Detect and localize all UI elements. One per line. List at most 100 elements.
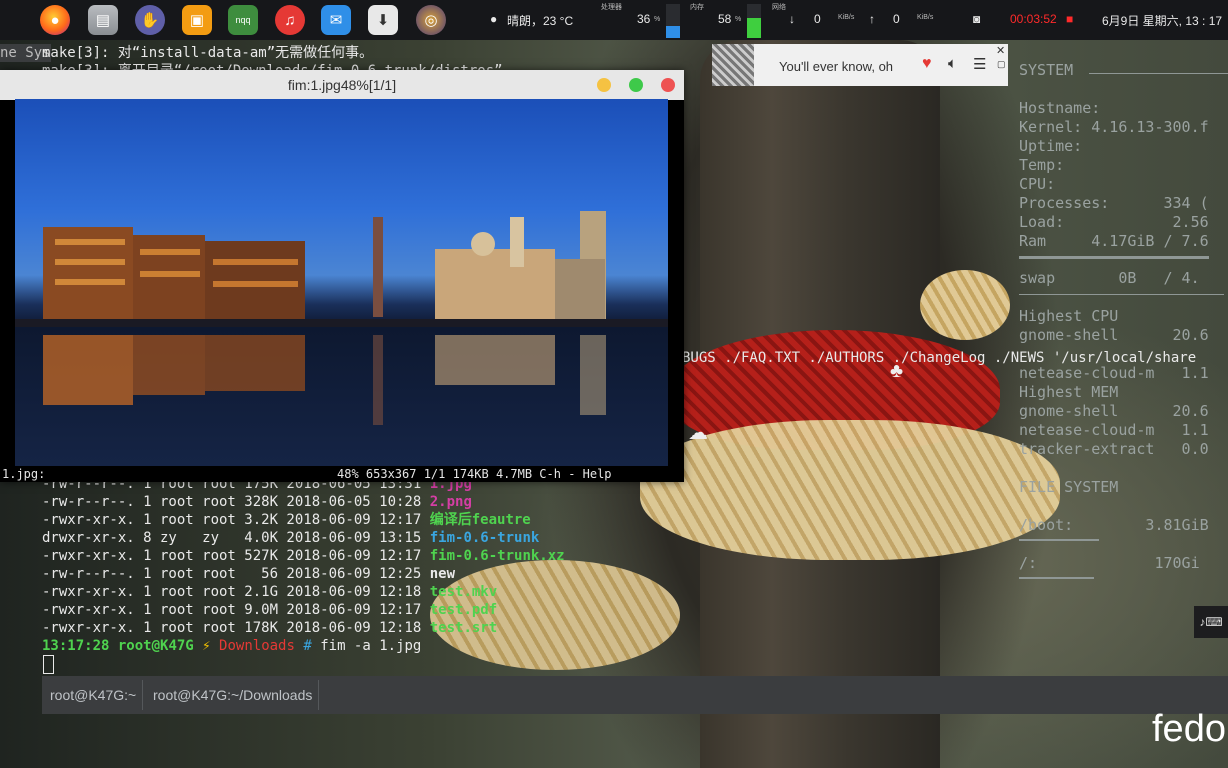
restore-icon[interactable]: ▢	[997, 59, 1006, 70]
firefox-icon[interactable]: ●	[40, 5, 70, 35]
desktop-pet-icon[interactable]: ♣	[890, 360, 903, 383]
mem-meter-fill	[747, 18, 761, 38]
file-meta: -rwxr-xr-x. 1 root root 178K 2018-06-09 …	[42, 620, 430, 636]
conky-swap: swap 0B / 4.	[1019, 269, 1200, 287]
chat-icon[interactable]: ✉	[321, 5, 351, 35]
conky-fs-header: FILE SYSTEM	[1019, 478, 1119, 496]
weather-dot-icon: ●	[490, 12, 498, 26]
album-cover[interactable]	[712, 44, 754, 86]
conky-swap-bar	[1019, 294, 1224, 295]
record-timer[interactable]: 00:03:52	[1010, 12, 1057, 26]
file-listing-row: -rw-r--r--. 1 root root 328K 2018-06-05 …	[42, 493, 472, 511]
cpu-label: 处理器	[601, 4, 622, 11]
top-panel: ● ▤ ✋ ▣ nqq ♫ ✉ ⬇ ◎ ● 晴朗，23 °C 处理器 36 % …	[0, 0, 1228, 40]
conky-ram: Ram 4.17GiB / 7.6	[1019, 232, 1209, 250]
browser-icon[interactable]: ◎	[416, 5, 446, 35]
net-label: 网络	[772, 4, 786, 11]
conky-fs-boot: /boot: 3.81GiB	[1019, 516, 1209, 534]
conky-ram-bar	[1019, 256, 1209, 259]
file-listing-row: -rwxr-xr-x. 1 root root 527K 2018-06-09 …	[42, 547, 565, 565]
record-camera-icon: ■	[1066, 12, 1074, 26]
fim-status-filename: 1.jpg:	[2, 467, 46, 481]
file-meta: -rw-r--r--. 1 root root 328K 2018-06-05 …	[42, 494, 430, 510]
weather-status[interactable]: 晴朗，23 °C	[507, 12, 573, 29]
file-meta: -rwxr-xr-x. 1 root root 3.2K 2018-06-09 …	[42, 512, 430, 528]
cpu-value: 36	[637, 12, 651, 26]
conky-hostname: Hostname:	[1019, 99, 1101, 117]
net-down-value: 0	[814, 12, 821, 26]
conky-processes: Processes: 334 (	[1019, 194, 1209, 212]
file-listing-row: -rwxr-xr-x. 1 root root 9.0M 2018-06-09 …	[42, 601, 497, 619]
close-button[interactable]	[661, 78, 675, 92]
file-name: new	[429, 566, 456, 582]
conky-cpu-proc: gnome-shell 20.6	[1019, 326, 1209, 344]
conky-uptime: Uptime:	[1019, 137, 1083, 155]
conky-temp: Temp:	[1019, 156, 1065, 174]
workspace-icon[interactable]: ▣	[182, 5, 212, 35]
file-listing-row: drwxr-xr-x. 8 zy zy 4.0K 2018-06-09 13:1…	[42, 529, 539, 547]
conky-fs-root: /: 170Gi	[1019, 554, 1200, 572]
bolt-icon: ⚡	[202, 638, 211, 654]
tab-home[interactable]: root@K47G:~	[44, 680, 144, 710]
prompt-command: fim -a 1.jpg	[320, 638, 422, 654]
prompt-time: 13:17:28	[42, 638, 110, 654]
input-method-tray-icon[interactable]: ♪⌨	[1194, 606, 1228, 638]
datetime[interactable]: 6月9日 星期六, 13 : 17	[1102, 12, 1222, 29]
conky-mem-proc: tracker-extract 0.0	[1019, 440, 1209, 458]
terminal-cursor[interactable]	[43, 655, 54, 674]
file-meta: drwxr-xr-x. 8 zy zy 4.0K 2018-06-09 13:1…	[42, 530, 430, 546]
conky-cpu-proc: netease-cloud-m 1.1	[1019, 364, 1209, 382]
file-listing-row: -rwxr-xr-x. 1 root root 2.1G 2018-06-09 …	[42, 583, 497, 601]
desktop-pet-icon[interactable]: ☁	[688, 420, 708, 445]
song-title: You'll ever know, oh	[779, 59, 894, 74]
playlist-icon[interactable]: ☰	[973, 55, 986, 73]
fim-titlebar[interactable]: fim:1.jpg48%[1/1]	[0, 70, 684, 100]
heart-icon[interactable]: ♥	[922, 55, 932, 73]
file-listing-row: -rwxr-xr-x. 1 root root 3.2K 2018-06-09 …	[42, 511, 531, 529]
upload-arrow-icon: ↑	[869, 12, 875, 26]
file-meta: -rwxr-xr-x. 1 root root 2.1G 2018-06-09 …	[42, 584, 430, 600]
files-icon[interactable]: ▤	[88, 5, 118, 35]
volume-icon[interactable]: 🔈︎	[948, 55, 957, 72]
close-icon[interactable]: ✕	[996, 44, 1005, 57]
fim-status-info: 48% 653x367 1/1 174KB 4.7MB C-h - Help	[337, 467, 612, 481]
mem-unit: %	[735, 16, 742, 23]
screen-record-icon[interactable]: ◙	[973, 12, 980, 26]
software-center-icon[interactable]: ⬇	[368, 5, 398, 35]
file-meta: -rwxr-xr-x. 1 root root 527K 2018-06-09 …	[42, 548, 430, 564]
file-meta: -rwxr-xr-x. 1 root root 9.0M 2018-06-09 …	[42, 602, 430, 618]
shell-prompt: 13:17:28 root@K47G ⚡ Downloads # fim -a …	[42, 637, 421, 655]
mem-meter[interactable]	[747, 4, 761, 38]
mem-value: 58	[718, 12, 732, 26]
cpu-meter-fill	[666, 25, 680, 38]
conky-load: Load: 2.56	[1019, 213, 1209, 231]
file-listing-row: -rw-r--r--. 1 root root 56 2018-06-09 12…	[42, 565, 455, 583]
tab-downloads[interactable]: root@K47G:~/Downloads	[147, 680, 320, 710]
prompt-host: root@K47G	[117, 638, 194, 654]
conky-mem-proc: gnome-shell 20.6	[1019, 402, 1209, 420]
file-listing-row: -rwxr-xr-x. 1 root root 178K 2018-06-09 …	[42, 619, 497, 637]
net-up-unit: KiB/s	[917, 14, 934, 21]
netease-music-icon[interactable]: ♫	[275, 5, 305, 35]
cpu-meter[interactable]	[666, 4, 680, 38]
conky-cpu: CPU:	[1019, 175, 1056, 193]
conky-boot-bar	[1019, 539, 1099, 541]
maximize-button[interactable]	[629, 78, 643, 92]
displayed-photo-liverpool-waterfront	[15, 99, 668, 466]
conky-system-header: SYSTEM	[1019, 61, 1074, 79]
file-name: 编译后feautre	[429, 512, 531, 528]
music-mini-player[interactable]: You'll ever know, oh ♥ 🔈︎ ☰ ✕ ▢	[712, 44, 1008, 86]
net-down-unit: KiB/s	[838, 14, 855, 21]
file-meta: -rw-r--r--. 1 root root 56 2018-06-09 12…	[42, 566, 430, 582]
fim-image-viewer-window[interactable]: fim:1.jpg48%[1/1] 1.jpg: 48% 653x367 1/1…	[0, 70, 684, 482]
cpu-unit: %	[654, 16, 661, 23]
net-up-value: 0	[893, 12, 900, 26]
minimize-button[interactable]	[597, 78, 611, 92]
file-name: fim-0.6-trunk	[429, 530, 540, 546]
file-name: test.srt	[429, 620, 498, 636]
terminal-line: make[3]: 对“install-data-am”无需做任何事。	[42, 45, 374, 61]
nqq-icon[interactable]: nqq	[228, 5, 258, 35]
conky-highest-mem: Highest MEM	[1019, 383, 1119, 401]
gnome-icon[interactable]: ✋	[135, 5, 165, 35]
conky-kernel: Kernel: 4.16.13-300.f	[1019, 118, 1209, 136]
